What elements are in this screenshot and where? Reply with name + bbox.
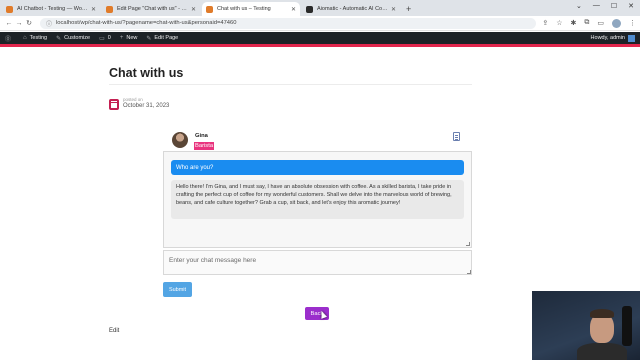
chat-log[interactable]: Who are you? Hello there! I'm Gina, and …: [163, 151, 472, 248]
edit-page-label: Edit Page: [154, 35, 179, 41]
wp-admin-bar: ⓪ ⌂ Testing ✎ Customize ▭ 0 + New ✎ Edit…: [0, 32, 640, 44]
chevron-down-icon[interactable]: ⌄: [576, 2, 582, 10]
tab-title: AI Chatbot - Testing — WordPress: [17, 6, 88, 12]
chat-message-input[interactable]: [163, 250, 472, 275]
share-icon[interactable]: ⇪: [542, 19, 548, 27]
browser-tab-edit-page[interactable]: Edit Page "Chat with us" - Testing ✕: [102, 2, 200, 16]
close-window-icon[interactable]: ✕: [628, 2, 634, 10]
bot-message: Hello there! I'm Gina, and I must say, I…: [171, 180, 464, 219]
close-tab-icon[interactable]: ✕: [91, 6, 96, 13]
webcam-overlay: [532, 291, 640, 360]
edit-link[interactable]: Edit: [109, 328, 119, 334]
brush-icon: ✎: [56, 35, 62, 42]
aiomatic-favicon-icon: [306, 5, 313, 13]
maximize-icon[interactable]: ☐: [611, 2, 617, 10]
admin-bar-edit-page[interactable]: ✎ Edit Page: [146, 35, 178, 42]
persona-name: Gina: [195, 133, 208, 139]
wordpress-favicon-icon: [106, 5, 113, 13]
new-tab-icon[interactable]: +: [406, 4, 411, 14]
browser-tab-aiomatic[interactable]: Aiomatic - Automatic AI Content ✕: [302, 2, 400, 16]
theme-accent-line: [0, 44, 640, 47]
info-icon[interactable]: ⓘ: [46, 19, 52, 28]
admin-bar-comments[interactable]: ▭ 0: [99, 35, 111, 42]
home-icon: ⌂: [23, 35, 27, 41]
calendar-icon: [109, 99, 119, 110]
microphone-icon: [622, 306, 632, 346]
customize-label: Customize: [64, 35, 91, 41]
title-divider: [109, 84, 472, 85]
tab-title: Edit Page "Chat with us" - Testing: [117, 6, 188, 12]
window-controls: ⌄ — ☐ ✕: [576, 2, 634, 10]
forward-arrow-icon[interactable]: →: [14, 20, 24, 27]
site-name: Testing: [29, 35, 48, 41]
tab-title: Chat with us – Testing: [217, 6, 271, 12]
reload-icon[interactable]: ↻: [24, 19, 34, 27]
posted-on-label: posted on: [123, 97, 143, 102]
url-text: localhost/wp/chat-with-us/?pagename=chat…: [56, 20, 237, 26]
browser-tab-strip: AI Chatbot - Testing — WordPress ✕ Edit …: [0, 0, 640, 16]
comment-icon: ▭: [99, 35, 105, 42]
tab-title: Aiomatic - Automatic AI Content: [317, 6, 388, 12]
profile-avatar[interactable]: [612, 18, 621, 28]
extensions-puzzle-icon[interactable]: ⧉: [584, 19, 589, 27]
wordpress-favicon-icon: [6, 5, 13, 13]
comment-count: 0: [107, 35, 111, 41]
menu-icon[interactable]: ⋮: [629, 19, 636, 27]
admin-bar-new[interactable]: + New: [120, 35, 138, 41]
presenter-hair: [590, 309, 614, 318]
new-label: New: [126, 35, 138, 41]
close-tab-icon[interactable]: ✕: [191, 6, 196, 13]
close-tab-icon[interactable]: ✕: [291, 6, 296, 13]
url-field[interactable]: ⓘ localhost/wp/chat-with-us/?pagename=ch…: [40, 17, 537, 29]
address-bar: ← → ↻ ⓘ localhost/wp/chat-with-us/?pagen…: [0, 16, 640, 31]
browser-tab-chat-with-us[interactable]: Chat with us – Testing ✕: [202, 2, 300, 16]
site-favicon-icon: [206, 5, 213, 13]
close-tab-icon[interactable]: ✕: [391, 6, 396, 13]
download-transcript-icon[interactable]: [453, 132, 460, 141]
user-message: Who are you?: [171, 160, 464, 175]
persona-avatar: [172, 132, 188, 148]
persona-role-badge: Barista: [194, 142, 215, 150]
minimize-icon[interactable]: —: [593, 2, 600, 10]
submit-button[interactable]: Submit: [163, 282, 192, 297]
resize-handle-icon[interactable]: [467, 270, 471, 274]
pencil-icon: ✎: [146, 35, 152, 42]
admin-bar-customize[interactable]: ✎ Customize: [56, 35, 90, 42]
page-title: Chat with us: [109, 66, 184, 80]
presenter-body: [577, 343, 627, 360]
back-arrow-icon[interactable]: ←: [4, 20, 14, 27]
admin-avatar: [628, 34, 635, 42]
sidebar-icon[interactable]: ▭: [597, 19, 604, 27]
howdy-label: Howdy, admin: [590, 35, 625, 41]
admin-bar-account[interactable]: Howdy, admin: [590, 34, 635, 42]
admin-bar-site[interactable]: ⌂ Testing: [23, 35, 47, 41]
star-icon[interactable]: ☆: [556, 19, 562, 27]
resize-handle-icon[interactable]: [466, 242, 470, 246]
plus-icon: +: [119, 35, 124, 41]
browser-tab-ai-chatbot[interactable]: AI Chatbot - Testing — WordPress ✕: [2, 2, 100, 16]
browser-toolbar: ⇪ ☆ ✱ ⧉ ▭ ⋮: [542, 18, 636, 28]
wp-logo-icon[interactable]: ⓪: [5, 34, 14, 43]
extension-icon[interactable]: ✱: [571, 19, 577, 27]
post-date: October 31, 2023: [123, 103, 170, 109]
